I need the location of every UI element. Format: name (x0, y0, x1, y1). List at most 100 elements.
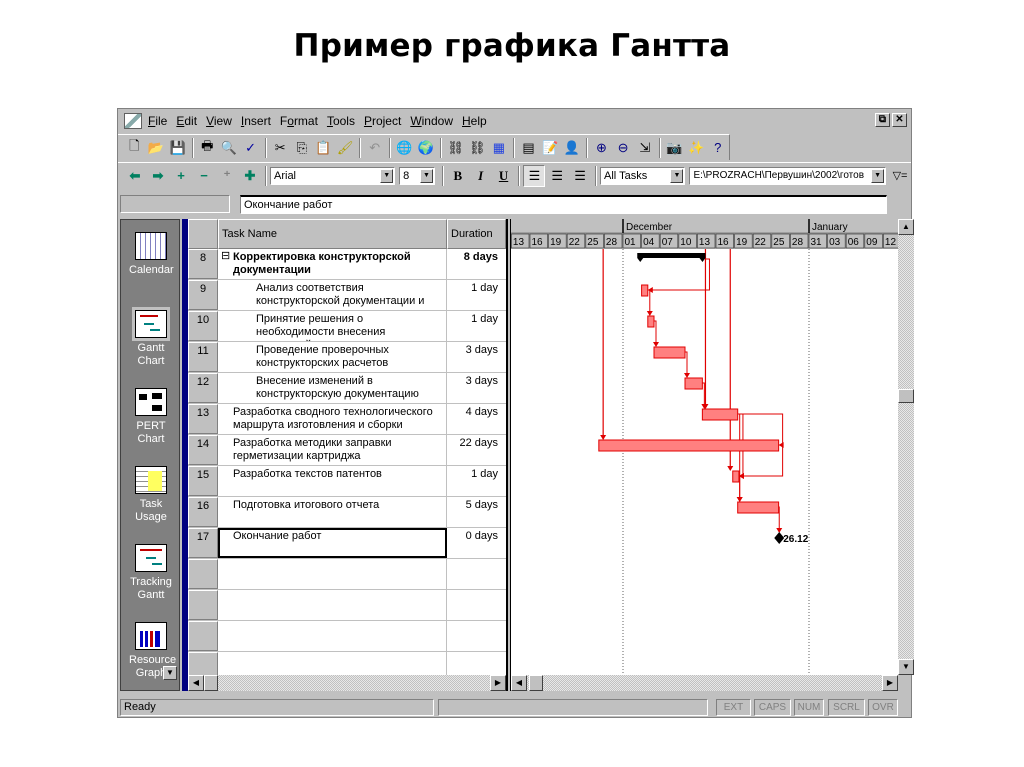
chevron-down-icon[interactable]: ▼ (871, 168, 885, 183)
duration-cell[interactable]: 0 days (447, 528, 501, 558)
table-row[interactable]: 12 Внесение изменений в конструкторскую д… (188, 373, 506, 404)
column-header-duration[interactable]: Duration (447, 219, 506, 249)
table-row[interactable]: 10 Принятие решения о необходимости внесе… (188, 311, 506, 342)
row-id[interactable]: 15 (188, 466, 218, 496)
view-calendar[interactable]: Calendar (121, 232, 179, 277)
copy-picture-icon[interactable]: 📷 (664, 137, 685, 159)
collapse-toggle-icon[interactable]: ⊟ (221, 250, 230, 263)
row-id[interactable] (188, 621, 218, 651)
task-name-cell[interactable]: Разработка методики заправки герметизаци… (218, 435, 447, 465)
chevron-down-icon[interactable]: ▼ (670, 168, 684, 183)
goto-selected-task-icon[interactable]: ⇲ (634, 137, 655, 159)
duration-cell[interactable]: 5 days (447, 497, 501, 527)
close-window-button[interactable]: ✕ (892, 113, 907, 127)
duration-cell[interactable]: 1 day (447, 280, 501, 310)
hide-subtasks-icon[interactable]: − (193, 165, 215, 187)
hide-assignments-icon[interactable]: ⁺ (216, 165, 238, 187)
table-horizontal-scrollbar[interactable] (188, 675, 506, 691)
chart-scroll-thumb[interactable] (529, 675, 543, 691)
align-center-button[interactable]: ☰ (546, 165, 568, 187)
file-path-select[interactable]: E:\PROZRACH\Первушин\2002\готов ▼ (689, 166, 887, 185)
underline-button[interactable]: U (493, 165, 515, 187)
show-all-subtasks-icon[interactable]: ✚ (239, 165, 261, 187)
paste-icon[interactable]: 📋 (313, 137, 334, 159)
duration-cell[interactable]: 3 days (447, 342, 501, 372)
row-id[interactable]: 9 (188, 280, 218, 310)
chevron-down-icon[interactable]: ▼ (380, 168, 394, 183)
row-id[interactable]: 13 (188, 404, 218, 434)
font-select[interactable]: Arial ▼ (270, 166, 396, 185)
zoom-out-icon[interactable]: ⊖ (613, 137, 634, 159)
web-toolbar-icon[interactable]: 🌍 (416, 137, 437, 159)
save-icon[interactable]: 💾 (167, 137, 188, 159)
duration-cell[interactable]: 3 days (447, 373, 501, 403)
task-name-cell[interactable] (218, 590, 447, 620)
scroll-left-button[interactable]: ◀ (188, 675, 204, 691)
row-id[interactable] (188, 590, 218, 620)
row-id[interactable]: 10 (188, 311, 218, 341)
link-tasks-icon[interactable]: ⛓ (445, 137, 466, 159)
entry-field[interactable]: Окончание работ (240, 195, 887, 214)
row-id[interactable]: 14 (188, 435, 218, 465)
task-name-cell[interactable]: Анализ соответствия конструкторской доку… (218, 280, 447, 310)
split-task-icon[interactable]: ▦ (489, 137, 510, 159)
table-row[interactable] (188, 559, 506, 590)
row-id[interactable]: 11 (188, 342, 218, 372)
duration-cell[interactable] (447, 559, 501, 589)
show-subtasks-icon[interactable]: + (170, 165, 192, 187)
task-name-cell[interactable]: Внесение изменений в конструкторскую док… (218, 373, 447, 403)
align-right-button[interactable]: ☰ (569, 165, 591, 187)
print-preview-icon[interactable]: 🔍 (219, 137, 240, 159)
table-row[interactable]: 9 Анализ соответствия конструкторской док… (188, 280, 506, 311)
view-tracking-gantt[interactable]: Tracking Gantt (121, 544, 179, 602)
task-name-cell[interactable]: Принятие решения о необходимости внесени… (218, 311, 447, 341)
task-name-cell[interactable] (218, 621, 447, 651)
assign-resources-icon[interactable]: 👤 (562, 137, 583, 159)
indent-icon[interactable]: ➡ (147, 165, 169, 187)
scroll-down-button[interactable]: ▼ (898, 659, 914, 675)
print-icon[interactable]: 🖶 (197, 137, 218, 159)
view-bar-scroll-down-button[interactable]: ▼ (163, 666, 177, 680)
autofilter-button[interactable]: ▽= (890, 165, 910, 187)
copy-icon[interactable]: ⎘ (291, 137, 312, 159)
task-name-cell[interactable] (218, 559, 447, 589)
menu-view[interactable]: View (206, 114, 232, 128)
table-row[interactable] (188, 621, 506, 652)
spelling-icon[interactable]: ✓ (240, 137, 261, 159)
task-name-cell[interactable]: Подготовка итогового отчета (218, 497, 447, 527)
task-name-cell[interactable]: Проведение проверочных конструкторских р… (218, 342, 447, 372)
task-information-icon[interactable]: ▤ (518, 137, 539, 159)
duration-cell[interactable]: 22 days (447, 435, 501, 465)
format-painter-icon[interactable]: 🖌 (335, 137, 356, 159)
table-row[interactable] (188, 590, 506, 621)
table-row[interactable]: 17 Окончание работ 0 days (188, 528, 506, 559)
chevron-down-icon[interactable]: ▼ (419, 168, 433, 183)
restore-window-button[interactable]: ⧉ (875, 113, 890, 127)
table-row[interactable]: 11 Проведение проверочных конструкторских… (188, 342, 506, 373)
new-icon[interactable]: 🗋 (124, 137, 145, 159)
menu-insert[interactable]: Insert (241, 114, 271, 128)
unlink-tasks-icon[interactable]: ⛓ (467, 137, 488, 159)
row-id[interactable]: 12 (188, 373, 218, 403)
menu-file[interactable]: File (148, 114, 167, 128)
row-id[interactable]: 8 (188, 249, 218, 279)
vertical-scroll-thumb[interactable] (898, 389, 914, 403)
italic-button[interactable]: I (470, 165, 492, 187)
outdent-icon[interactable]: ⬅ (124, 165, 146, 187)
scroll-left-button[interactable]: ◀ (511, 675, 527, 691)
task-name-cell[interactable]: Разработка сводного технологического мар… (218, 404, 447, 434)
align-left-button[interactable]: ☰ (523, 164, 546, 187)
table-row[interactable]: 16 Подготовка итогового отчета 5 days (188, 497, 506, 528)
table-row[interactable]: 15 Разработка текстов патентов 1 day (188, 466, 506, 497)
duration-cell[interactable] (447, 621, 501, 651)
scroll-right-button[interactable]: ▶ (882, 675, 898, 691)
undo-icon[interactable]: ↶ (364, 137, 385, 159)
help-icon[interactable]: ? (707, 137, 728, 159)
table-scroll-thumb[interactable] (204, 675, 218, 691)
scroll-right-button[interactable]: ▶ (490, 675, 506, 691)
menu-project[interactable]: Project (364, 114, 401, 128)
row-id[interactable]: 17 (188, 528, 218, 558)
select-all-cell[interactable] (188, 219, 218, 249)
duration-cell[interactable]: 1 day (447, 466, 501, 496)
view-gantt-chart[interactable]: Gantt Chart (121, 307, 179, 368)
